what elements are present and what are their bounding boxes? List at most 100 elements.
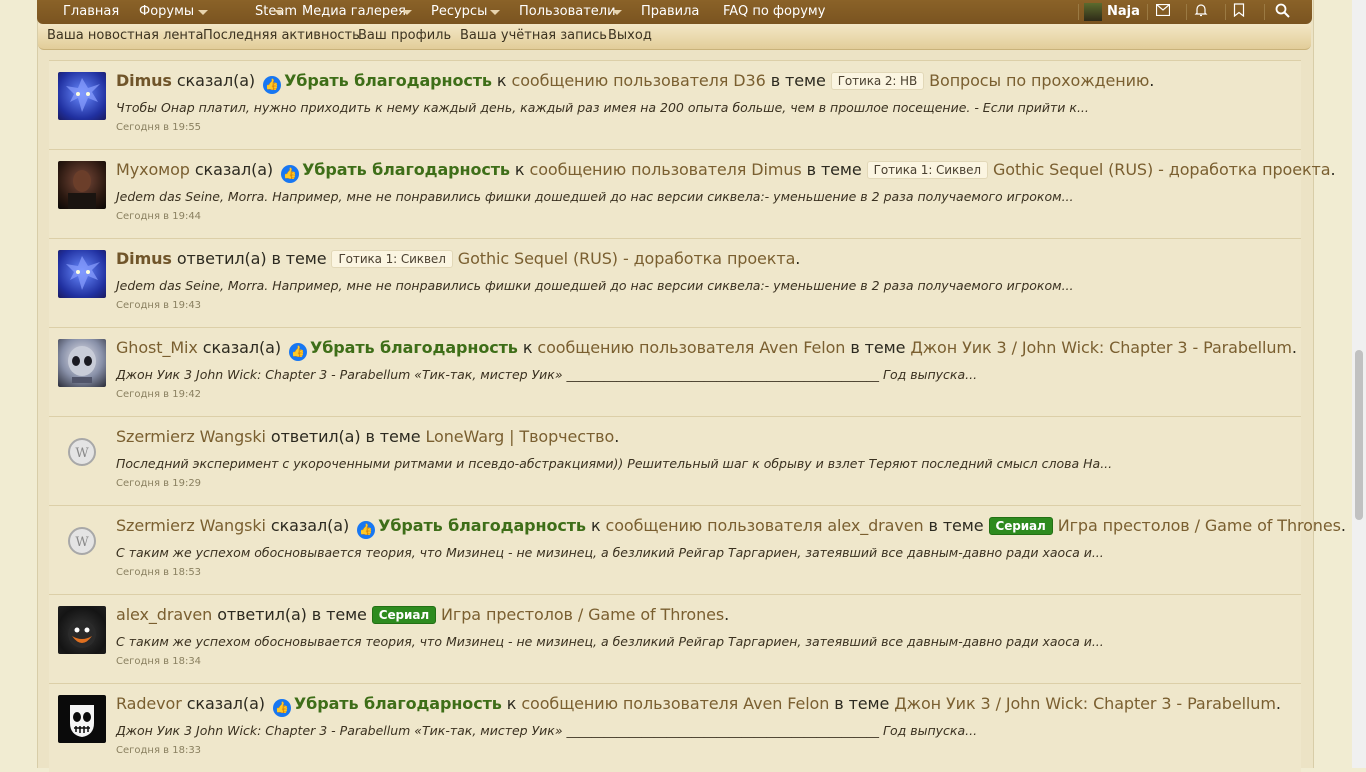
timestamp[interactable]: Сегодня в 19:55 [116, 122, 201, 133]
connector-text: к [590, 516, 601, 535]
post-link[interactable]: сообщению пользователя alex_draven [606, 516, 924, 535]
nav-faq[interactable]: FAQ по форуму [723, 0, 825, 24]
activity-line: Szermierz Wangski ответил(а) в теме Lone… [116, 427, 620, 446]
topic-link[interactable]: Gothic Sequel (RUS) - доработка проекта [993, 160, 1331, 179]
action-text: ответил(а) в теме [176, 249, 327, 268]
thumbs-up-icon: 👍 [357, 521, 376, 539]
post-link[interactable]: сообщению пользователя Aven Felon [537, 338, 845, 357]
remove-thanks-link[interactable]: Убрать благодарность [310, 338, 518, 357]
page-scrollbar[interactable] [1352, 0, 1366, 768]
post-link[interactable]: сообщению пользователя D36 [512, 71, 766, 90]
post-link[interactable]: сообщению пользователя Dimus [530, 160, 802, 179]
timestamp[interactable]: Сегодня в 19:44 [116, 211, 201, 222]
timestamp[interactable]: Сегодня в 19:43 [116, 300, 201, 311]
avatar[interactable] [58, 339, 106, 387]
post-snippet: Чтобы Онар платил, нужно приходить к нем… [116, 100, 1089, 115]
post-snippet: С таким же успехом обосновывается теория… [116, 634, 1104, 649]
topic-link[interactable]: Игра престолов / Game of Thrones [1058, 516, 1341, 535]
post-snippet: Jedem das Seine, Morra. Например, мне не… [116, 278, 1074, 293]
sub-navbar: Ваша новостная лента Последняя активност… [38, 24, 1311, 50]
nav-rules[interactable]: Правила [641, 0, 699, 24]
bookmark-icon[interactable] [1230, 3, 1248, 21]
envelope-icon[interactable] [1154, 3, 1172, 21]
subnav-your-profile[interactable]: Ваш профиль [358, 28, 451, 43]
scrollbar-thumb[interactable] [1355, 350, 1363, 520]
avatar[interactable] [58, 161, 106, 209]
timestamp[interactable]: Сегодня в 19:29 [116, 478, 201, 489]
subnav-latest-activity[interactable]: Последняя активность [203, 28, 360, 43]
connector-text: к [496, 71, 507, 90]
username-link[interactable]: Ghost_Mix [116, 338, 198, 357]
post-snippet: Джон Уик 3 John Wick: Chapter 3 - Parabe… [116, 723, 978, 738]
prefix-tag[interactable]: Готика 2: НВ [830, 72, 925, 90]
timestamp[interactable]: Сегодня в 19:42 [116, 389, 201, 400]
thumbs-up-icon: 👍 [281, 165, 300, 183]
nav-forums[interactable]: Форумы [139, 0, 194, 24]
username-link[interactable]: Мухомор [116, 160, 190, 179]
username-link[interactable]: Radevor [116, 694, 182, 713]
username-link[interactable]: Szermierz Wangski [116, 516, 266, 535]
post-snippet: Jedem das Seine, Morra. Например, мне не… [116, 189, 1074, 204]
list-item: W Szermierz Wangski сказал(а) 👍 Убрать бл… [49, 505, 1346, 594]
prefix-tag[interactable]: Готика 1: Сиквел [866, 161, 988, 179]
activity-line: Ghost_Mix сказал(а) 👍 Убрать благодарност… [116, 338, 1297, 361]
post-link[interactable]: сообщению пользователя Aven Felon [521, 694, 829, 713]
list-item: alex_draven ответил(а) в теме Сериал Игр… [49, 594, 1301, 683]
bell-icon[interactable] [1192, 3, 1210, 21]
prefix-tag[interactable]: Сериал [988, 517, 1053, 535]
thumbs-up-icon: 👍 [263, 76, 282, 94]
nav-home[interactable]: Главная [63, 0, 119, 24]
nav-media-gallery[interactable]: Медиа галерея [302, 0, 406, 24]
svg-text:W: W [75, 535, 89, 550]
in-topic-text: в теме [806, 160, 862, 179]
avatar[interactable] [58, 695, 106, 743]
nav-resources[interactable]: Ресурсы [431, 0, 487, 24]
remove-thanks-link[interactable]: Убрать благодарность [294, 694, 502, 713]
list-item: Dimus сказал(а) 👍 Убрать благодарность к … [49, 60, 1301, 149]
chevron-down-icon[interactable] [274, 10, 284, 15]
topic-link[interactable]: Джон Уик 3 / John Wick: Chapter 3 - Para… [894, 694, 1276, 713]
username-link[interactable]: Dimus [116, 71, 172, 90]
subnav-news-feed[interactable]: Ваша новостная лента [47, 28, 203, 43]
nav-users[interactable]: Пользователи [519, 0, 616, 24]
avatar[interactable] [58, 250, 106, 298]
username-link[interactable]: Dimus [116, 249, 172, 268]
avatar[interactable]: W [58, 428, 106, 476]
action-text: сказал(а) [202, 338, 281, 357]
avatar[interactable]: W [58, 517, 106, 565]
remove-thanks-link[interactable]: Убрать благодарность [378, 516, 586, 535]
avatar[interactable] [58, 72, 106, 120]
username-link[interactable]: alex_draven [116, 605, 212, 624]
topic-link[interactable]: LoneWarg | Творчество [426, 427, 615, 446]
user-avatar[interactable] [1084, 3, 1102, 21]
topic-link[interactable]: Вопросы по прохождению [929, 71, 1149, 90]
topic-link[interactable]: Gothic Sequel (RUS) - доработка проекта [458, 249, 796, 268]
chevron-down-icon[interactable] [490, 10, 500, 15]
prefix-tag[interactable]: Готика 1: Сиквел [331, 250, 453, 268]
username-link[interactable]: Szermierz Wangski [116, 427, 266, 446]
remove-thanks-link[interactable]: Убрать благодарность [284, 71, 492, 90]
thumbs-up-icon: 👍 [272, 699, 291, 717]
topic-link[interactable]: Игра престолов / Game of Thrones [441, 605, 724, 624]
subnav-your-account[interactable]: Ваша учётная запись [460, 28, 607, 43]
timestamp[interactable]: Сегодня в 18:34 [116, 656, 201, 667]
chevron-down-icon[interactable] [612, 10, 622, 15]
chevron-down-icon[interactable] [198, 10, 208, 15]
topic-link[interactable]: Джон Уик 3 / John Wick: Chapter 3 - Para… [910, 338, 1292, 357]
thumbs-up-icon: 👍 [288, 343, 307, 361]
timestamp[interactable]: Сегодня в 18:33 [116, 745, 201, 756]
activity-line: alex_draven ответил(а) в теме Сериал Игр… [116, 605, 730, 624]
prefix-tag[interactable]: Сериал [371, 606, 437, 624]
action-text: сказал(а) [194, 160, 274, 179]
search-icon[interactable] [1273, 3, 1291, 21]
timestamp[interactable]: Сегодня в 18:53 [116, 567, 201, 578]
list-item: Мухомор сказал(а) 👍 Убрать благодарность … [49, 149, 1336, 238]
avatar[interactable] [58, 606, 106, 654]
activity-line: Szermierz Wangski сказал(а) 👍 Убрать благ… [116, 516, 1346, 539]
chevron-down-icon[interactable] [402, 10, 412, 15]
subnav-logout[interactable]: Выход [608, 28, 652, 43]
username-link[interactable]: Naja [1107, 0, 1140, 24]
activity-line: Мухомор сказал(а) 👍 Убрать благодарность … [116, 160, 1336, 183]
nav-divider [1147, 4, 1148, 20]
remove-thanks-link[interactable]: Убрать благодарность [302, 160, 510, 179]
